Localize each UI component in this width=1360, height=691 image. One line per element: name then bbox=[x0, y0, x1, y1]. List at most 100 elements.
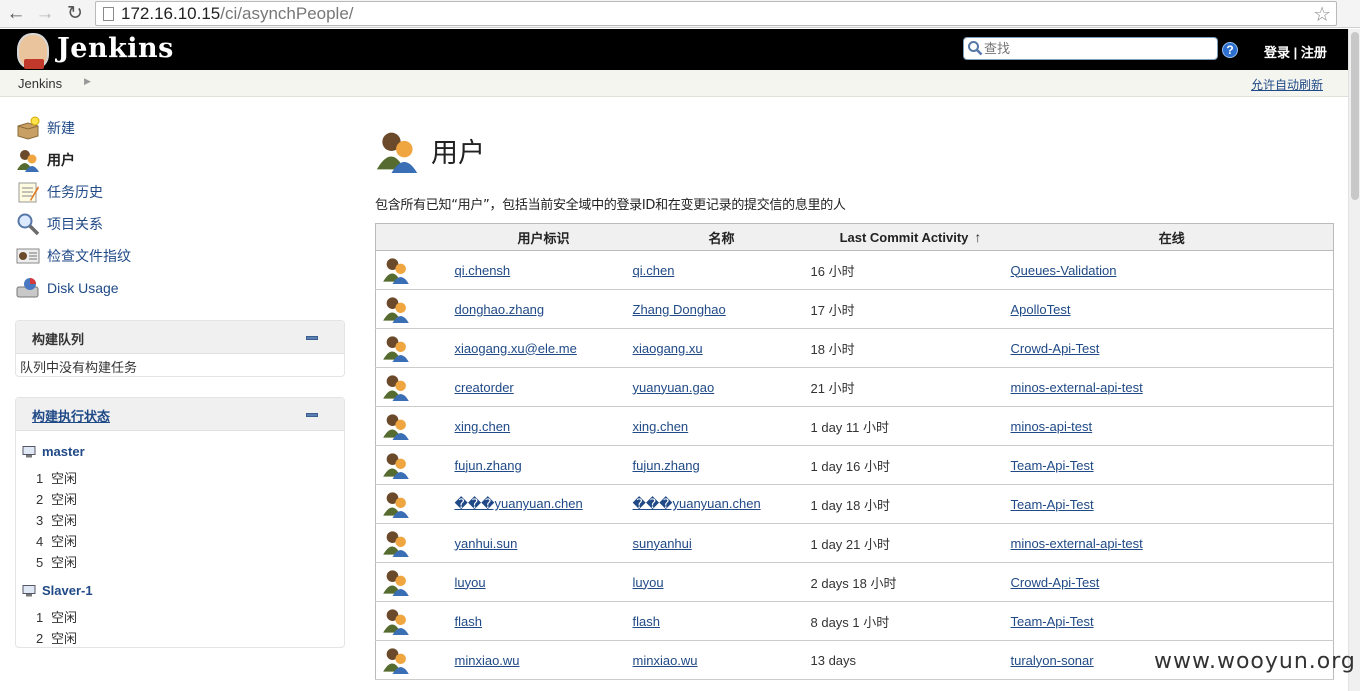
last-commit-text: 13 days bbox=[810, 652, 857, 668]
table-row: donghao.zhang Zhang Donghao 17 小时 ApolloTes… bbox=[375, 289, 1334, 329]
jenkins-logo-text[interactable]: Jenkins bbox=[57, 33, 174, 64]
project-link[interactable]: Team-Api-Test bbox=[1011, 458, 1094, 473]
task-project-relationship-label[interactable]: 项目关系 bbox=[47, 214, 103, 234]
task-project-relationship[interactable]: 项目关系 bbox=[16, 208, 336, 240]
collapse-icon[interactable] bbox=[306, 413, 318, 417]
user-name-link[interactable]: flash bbox=[633, 614, 660, 629]
project-link[interactable]: ApolloTest bbox=[1011, 302, 1071, 317]
register-link[interactable]: 注册 bbox=[1301, 45, 1327, 60]
user-name-link[interactable]: qi.chen bbox=[633, 263, 675, 278]
help-icon[interactable]: ? bbox=[1222, 42, 1238, 58]
back-arrow-icon[interactable]: ← bbox=[5, 3, 27, 25]
login-link[interactable]: 登录 bbox=[1264, 45, 1290, 60]
task-people-label[interactable]: 用户 bbox=[47, 150, 75, 170]
project-link[interactable]: Crowd-Api-Test bbox=[1011, 341, 1100, 356]
user-icon bbox=[383, 648, 409, 674]
node-master-link[interactable]: master bbox=[42, 444, 85, 459]
table-row: luyou luyou 2 days 18 小时 Crowd-Api-Test bbox=[375, 562, 1334, 602]
address-bar[interactable]: 172.16.10.15/ci/asynchPeople/ ☆ bbox=[95, 1, 1337, 26]
user-id-link[interactable]: flash bbox=[455, 614, 482, 629]
reload-icon[interactable]: ↻ bbox=[64, 3, 86, 25]
online-cell: minos-external-api-test bbox=[1010, 523, 1334, 563]
column-header-user-id[interactable]: 用户标识 bbox=[454, 223, 633, 251]
page-title: 用户 bbox=[431, 138, 485, 169]
user-name-link[interactable]: Zhang Donghao bbox=[633, 302, 726, 317]
sort-ascending-icon[interactable]: ↑ bbox=[974, 229, 981, 245]
enable-auto-refresh-link[interactable]: 允许自动刷新 bbox=[1251, 76, 1323, 93]
executors-pane: 构建执行状态 master 1 空闲 2 空闲 3 空闲 4 空闲 5 空闲 Slaver… bbox=[15, 397, 345, 648]
task-build-history-label[interactable]: 任务历史 bbox=[47, 182, 103, 202]
user-id-link[interactable]: yanhui.sun bbox=[455, 536, 518, 551]
node-slaver-1: Slaver-1 bbox=[22, 583, 93, 598]
user-name-link[interactable]: minxiao.wu bbox=[633, 653, 698, 668]
build-queue-header: 构建队列 bbox=[16, 321, 344, 354]
last-commit-cell: 13 days bbox=[810, 640, 1011, 680]
user-id-link[interactable]: ���yuanyuan.chen bbox=[455, 496, 583, 511]
task-new[interactable]: 新建 bbox=[16, 112, 336, 144]
task-new-label[interactable]: 新建 bbox=[47, 118, 75, 138]
bookmark-star-icon[interactable]: ☆ bbox=[1313, 2, 1331, 27]
project-link[interactable]: Queues-Validation bbox=[1011, 263, 1117, 278]
user-id-link[interactable]: xiaogang.xu@ele.me bbox=[455, 341, 577, 356]
table-row: fujun.zhang fujun.zhang 1 day 16 小时 Team-Ap… bbox=[375, 445, 1334, 485]
project-link[interactable]: Crowd-Api-Test bbox=[1011, 575, 1100, 590]
task-fingerprint-label[interactable]: 检查文件指纹 bbox=[47, 246, 131, 266]
user-id-cell: creatorder bbox=[454, 367, 633, 407]
table-row: yanhui.sun sunyanhui 1 day 21 小时 minos-exte… bbox=[375, 523, 1334, 563]
url-text[interactable]: 172.16.10.15/ci/asynchPeople/ bbox=[121, 4, 354, 24]
user-id-link[interactable]: xing.chen bbox=[455, 419, 511, 434]
forward-arrow-icon[interactable]: → bbox=[34, 3, 56, 25]
project-link[interactable]: turalyon-sonar bbox=[1011, 653, 1094, 668]
user-id-link[interactable]: creatorder bbox=[455, 380, 514, 395]
name-cell: ���yuanyuan.chen bbox=[632, 484, 811, 524]
user-id-link[interactable]: luyou bbox=[455, 575, 486, 590]
user-name-link[interactable]: luyou bbox=[633, 575, 664, 590]
column-header-name[interactable]: 名称 bbox=[632, 223, 811, 251]
node-slaver-1-link[interactable]: Slaver-1 bbox=[42, 583, 93, 598]
last-commit-text: 18 小时 bbox=[810, 341, 855, 357]
project-link[interactable]: minos-external-api-test bbox=[1011, 380, 1143, 395]
user-id-link[interactable]: fujun.zhang bbox=[455, 458, 522, 473]
search-input[interactable] bbox=[984, 39, 1212, 58]
project-link[interactable]: Team-Api-Test bbox=[1011, 497, 1094, 512]
table-row: xiaogang.xu@ele.me xiaogang.xu 18 小时 Crowd-… bbox=[375, 328, 1334, 368]
breadcrumb-arrow-icon[interactable]: ▶ bbox=[84, 76, 91, 87]
scrollbar-thumb[interactable] bbox=[1351, 32, 1359, 200]
table-header-row: 用户标识 名称 Last Commit Activity ↑ 在线 bbox=[375, 223, 1334, 251]
executors-title[interactable]: 构建执行状态 bbox=[32, 406, 110, 425]
notepad-icon bbox=[18, 182, 39, 203]
user-name-link[interactable]: ���yuanyuan.chen bbox=[633, 496, 761, 511]
column-header-icon bbox=[375, 223, 455, 251]
task-disk-usage[interactable]: Disk Usage bbox=[16, 272, 336, 304]
user-name-link[interactable]: fujun.zhang bbox=[633, 458, 700, 473]
task-build-history[interactable]: 任务历史 bbox=[16, 176, 336, 208]
task-people[interactable]: 用户 bbox=[16, 144, 336, 176]
online-cell: Queues-Validation bbox=[1010, 250, 1334, 290]
auth-separator: | bbox=[1293, 45, 1298, 60]
people-table: 用户标识 名称 Last Commit Activity ↑ 在线 qi.chen… bbox=[375, 223, 1334, 680]
project-link[interactable]: minos-api-test bbox=[1011, 419, 1093, 434]
browser-toolbar: ← → ↻ 172.16.10.15/ci/asynchPeople/ ☆ bbox=[0, 0, 1360, 28]
task-fingerprint[interactable]: 检查文件指纹 bbox=[16, 240, 336, 272]
user-icon-cell bbox=[375, 250, 455, 290]
user-id-link[interactable]: minxiao.wu bbox=[455, 653, 520, 668]
user-name-link[interactable]: xiaogang.xu bbox=[633, 341, 703, 356]
last-commit-cell: 17 小时 bbox=[810, 289, 1011, 329]
user-id-link[interactable]: donghao.zhang bbox=[455, 302, 545, 317]
collapse-icon[interactable] bbox=[306, 336, 318, 340]
column-header-last-commit[interactable]: Last Commit Activity ↑ bbox=[810, 223, 1011, 251]
last-commit-cell: 1 day 11 小时 bbox=[810, 406, 1011, 446]
task-disk-usage-label[interactable]: Disk Usage bbox=[47, 280, 119, 296]
user-name-link[interactable]: yuanyuan.gao bbox=[633, 380, 715, 395]
column-header-online[interactable]: 在线 bbox=[1010, 223, 1334, 251]
page-scrollbar[interactable] bbox=[1348, 29, 1360, 691]
project-link[interactable]: Team-Api-Test bbox=[1011, 614, 1094, 629]
user-id-link[interactable]: qi.chensh bbox=[455, 263, 511, 278]
user-name-link[interactable]: xing.chen bbox=[633, 419, 689, 434]
project-link[interactable]: minos-external-api-test bbox=[1011, 536, 1143, 551]
breadcrumb-jenkins[interactable]: Jenkins bbox=[18, 76, 62, 91]
search-icon bbox=[968, 41, 983, 56]
user-name-link[interactable]: sunyanhui bbox=[633, 536, 692, 551]
jenkins-butler-logo-icon[interactable] bbox=[17, 33, 49, 69]
last-commit-text: 1 day 11 小时 bbox=[810, 419, 890, 435]
